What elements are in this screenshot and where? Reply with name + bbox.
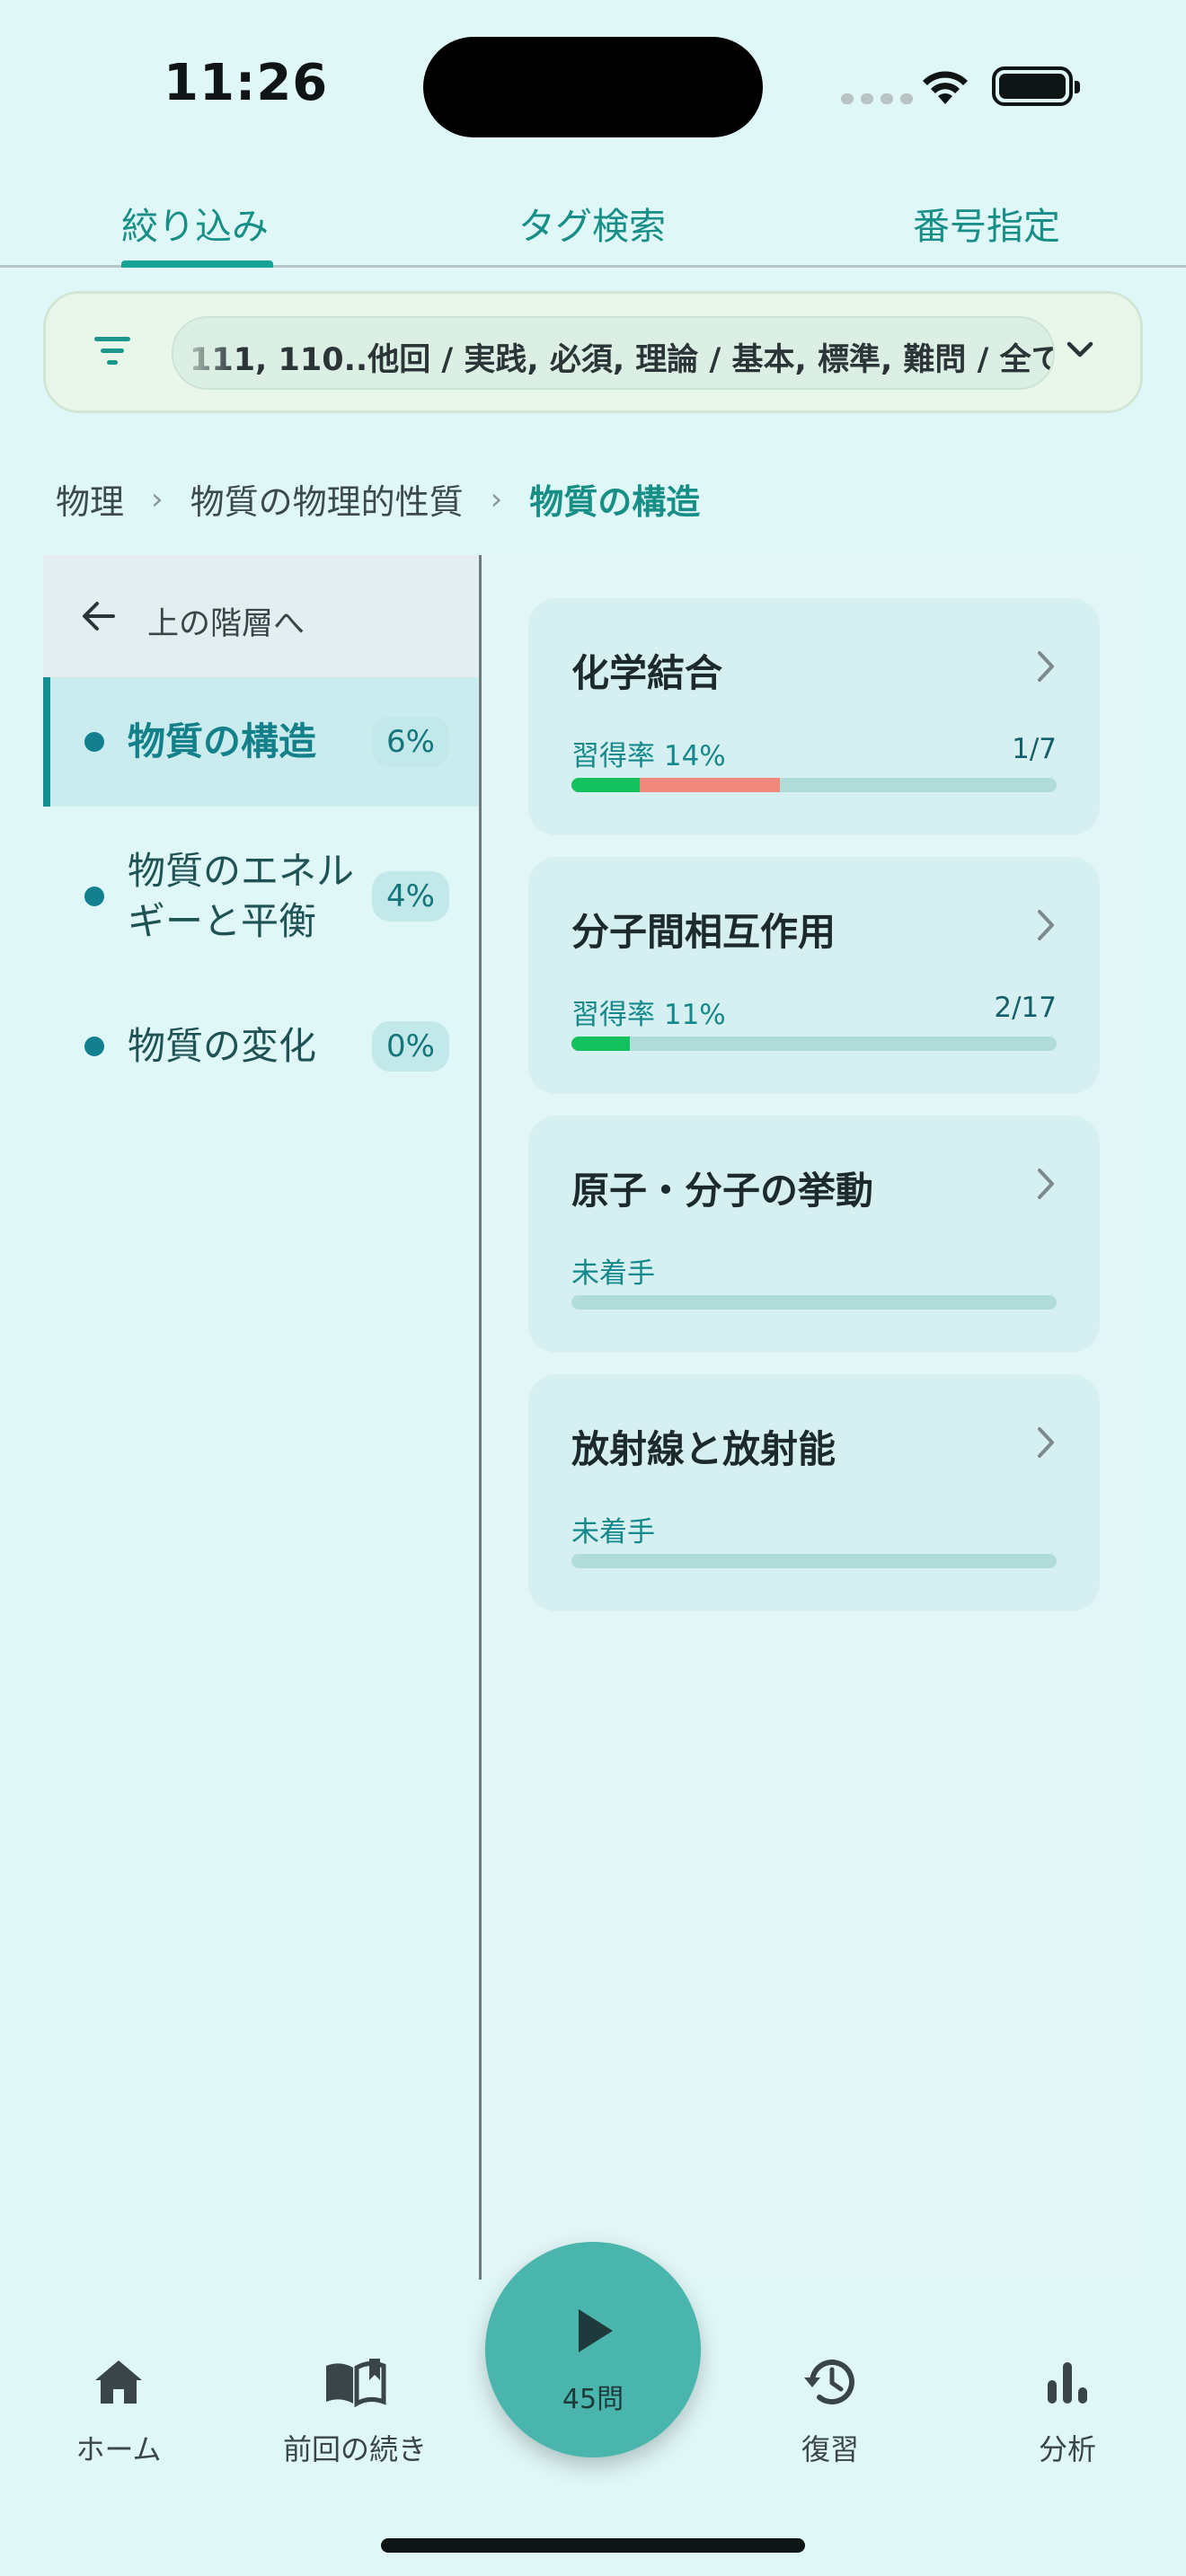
- filter-summary-text: 111, 110..他回 / 実践, 必須, 理論 / 基本, 標準, 難問 /…: [190, 342, 1055, 378]
- breadcrumb-current: 物質の構造: [529, 482, 701, 522]
- topic-title: 放射線と放射能: [571, 1427, 836, 1471]
- nav-resume-label: 前回の続き: [282, 2432, 427, 2466]
- home-indicator: [381, 2538, 805, 2553]
- sidebar-item-change[interactable]: 物質の変化 0%: [43, 986, 479, 1112]
- breadcrumb: 物理 › 物質の物理的性質 › 物質の構造: [56, 474, 700, 524]
- chevron-right-icon: [1038, 1427, 1054, 1458]
- tab-number-select[interactable]: 番号指定: [913, 196, 1060, 250]
- progress-learned: [571, 778, 640, 792]
- breadcrumb-item[interactable]: 物質の物理的性質: [190, 474, 464, 524]
- mastery-rate: 未着手: [571, 1516, 655, 1548]
- progress-badge: 0%: [372, 1021, 449, 1072]
- chevron-right-icon: ›: [151, 481, 164, 517]
- topic-card[interactable]: 化学結合 習得率 14% 1/7: [528, 598, 1100, 835]
- progress-learned: [571, 1037, 630, 1051]
- top-tab-bar: 絞り込み タグ検索 番号指定: [0, 171, 1186, 268]
- tab-tag-search[interactable]: タグ検索: [518, 196, 666, 250]
- sidebar-item-label: 物質のエネル ギーと平衡: [128, 849, 355, 943]
- arrow-left-icon: [83, 602, 115, 631]
- nav-home-button[interactable]: ホーム: [20, 2353, 217, 2468]
- wifi-icon: [923, 71, 968, 104]
- topic-title: 原子・分子の挙動: [571, 1169, 874, 1213]
- topic-title: 化学結合: [571, 651, 723, 695]
- sidebar-item-energy-equilibrium[interactable]: 物質のエネル ギーと平衡 4%: [43, 825, 479, 968]
- sidebar: 上の階層へ 物質の構造 6% 物質のエネル ギーと平衡 4% 物質の変化 0%: [43, 555, 482, 2280]
- mastery-rate: 未着手: [571, 1257, 655, 1290]
- sidebar-item-label: 物質の変化: [128, 1024, 317, 1068]
- mastery-progress-bar: [571, 1554, 1057, 1568]
- topic-card[interactable]: 分子間相互作用 習得率 11% 2/17: [528, 857, 1100, 1094]
- chevron-down-icon[interactable]: [1066, 340, 1094, 361]
- mastery-rate: 習得率 14%: [571, 740, 726, 772]
- tab-filter[interactable]: 絞り込み: [121, 196, 269, 250]
- breadcrumb-item[interactable]: 物理: [56, 474, 124, 524]
- nav-resume-button[interactable]: 前回の続き: [256, 2353, 454, 2468]
- bullet-icon: [84, 1037, 104, 1056]
- back-label: 上の階層へ: [147, 606, 305, 642]
- progress-badge: 4%: [372, 871, 449, 922]
- progress-badge: 6%: [372, 717, 449, 767]
- sidebar-item-structure[interactable]: 物質の構造 6%: [43, 677, 479, 807]
- category-panel: 上の階層へ 物質の構造 6% 物質のエネル ギーと平衡 4% 物質の変化 0% …: [43, 555, 1143, 2280]
- chevron-right-icon: [1038, 910, 1054, 940]
- topic-card[interactable]: 原子・分子の挙動 未着手: [528, 1116, 1100, 1353]
- battery-icon: [992, 66, 1080, 106]
- dynamic-island: [423, 37, 763, 137]
- cellular-signal-icon: [841, 93, 913, 104]
- mastery-progress-bar: [571, 1295, 1057, 1310]
- nav-review-button[interactable]: 復習: [731, 2353, 929, 2468]
- mastery-progress-bar: [571, 778, 1057, 792]
- chevron-right-icon: [1038, 1169, 1054, 1199]
- open-book-icon: [326, 2359, 386, 2408]
- filter-icon[interactable]: [94, 333, 137, 369]
- bullet-icon: [84, 732, 104, 752]
- mastery-progress-bar: [571, 1037, 1057, 1051]
- chevron-right-icon: ›: [490, 481, 503, 517]
- nav-analysis-button[interactable]: 分析: [969, 2353, 1166, 2468]
- mastery-rate: 習得率 11%: [571, 999, 726, 1031]
- status-time: 11:26: [164, 54, 329, 112]
- mastery-count: 2/17: [994, 992, 1057, 1024]
- nav-review-label: 復習: [801, 2432, 859, 2466]
- active-tab-indicator: [121, 260, 273, 268]
- filter-summary-chip[interactable]: 111, 110..他回 / 実践, 必須, 理論 / 基本, 標準, 難問 /…: [172, 316, 1055, 390]
- filter-bar[interactable]: 111, 110..他回 / 実践, 必須, 理論 / 基本, 標準, 難問 /…: [43, 291, 1143, 413]
- start-quiz-button[interactable]: 45問: [485, 2242, 701, 2457]
- topic-title: 分子間相互作用: [571, 910, 836, 954]
- nav-analysis-label: 分析: [1038, 2432, 1096, 2466]
- sidebar-item-label: 物質の構造: [128, 719, 317, 763]
- topic-card[interactable]: 放射線と放射能 未着手: [528, 1374, 1100, 1611]
- question-count-label: 45問: [562, 2384, 624, 2415]
- history-icon: [804, 2360, 854, 2405]
- home-icon: [95, 2360, 142, 2404]
- status-bar: 11:26: [0, 0, 1186, 171]
- mastery-count: 1/7: [1012, 733, 1057, 765]
- bar-chart-icon: [1048, 2362, 1087, 2404]
- chevron-right-icon: [1038, 651, 1054, 682]
- play-icon: [579, 2309, 613, 2352]
- back-to-parent-button[interactable]: 上の階層へ: [43, 555, 479, 677]
- bullet-icon: [84, 887, 104, 906]
- progress-wrong: [639, 778, 781, 792]
- nav-home-label: ホーム: [75, 2432, 162, 2466]
